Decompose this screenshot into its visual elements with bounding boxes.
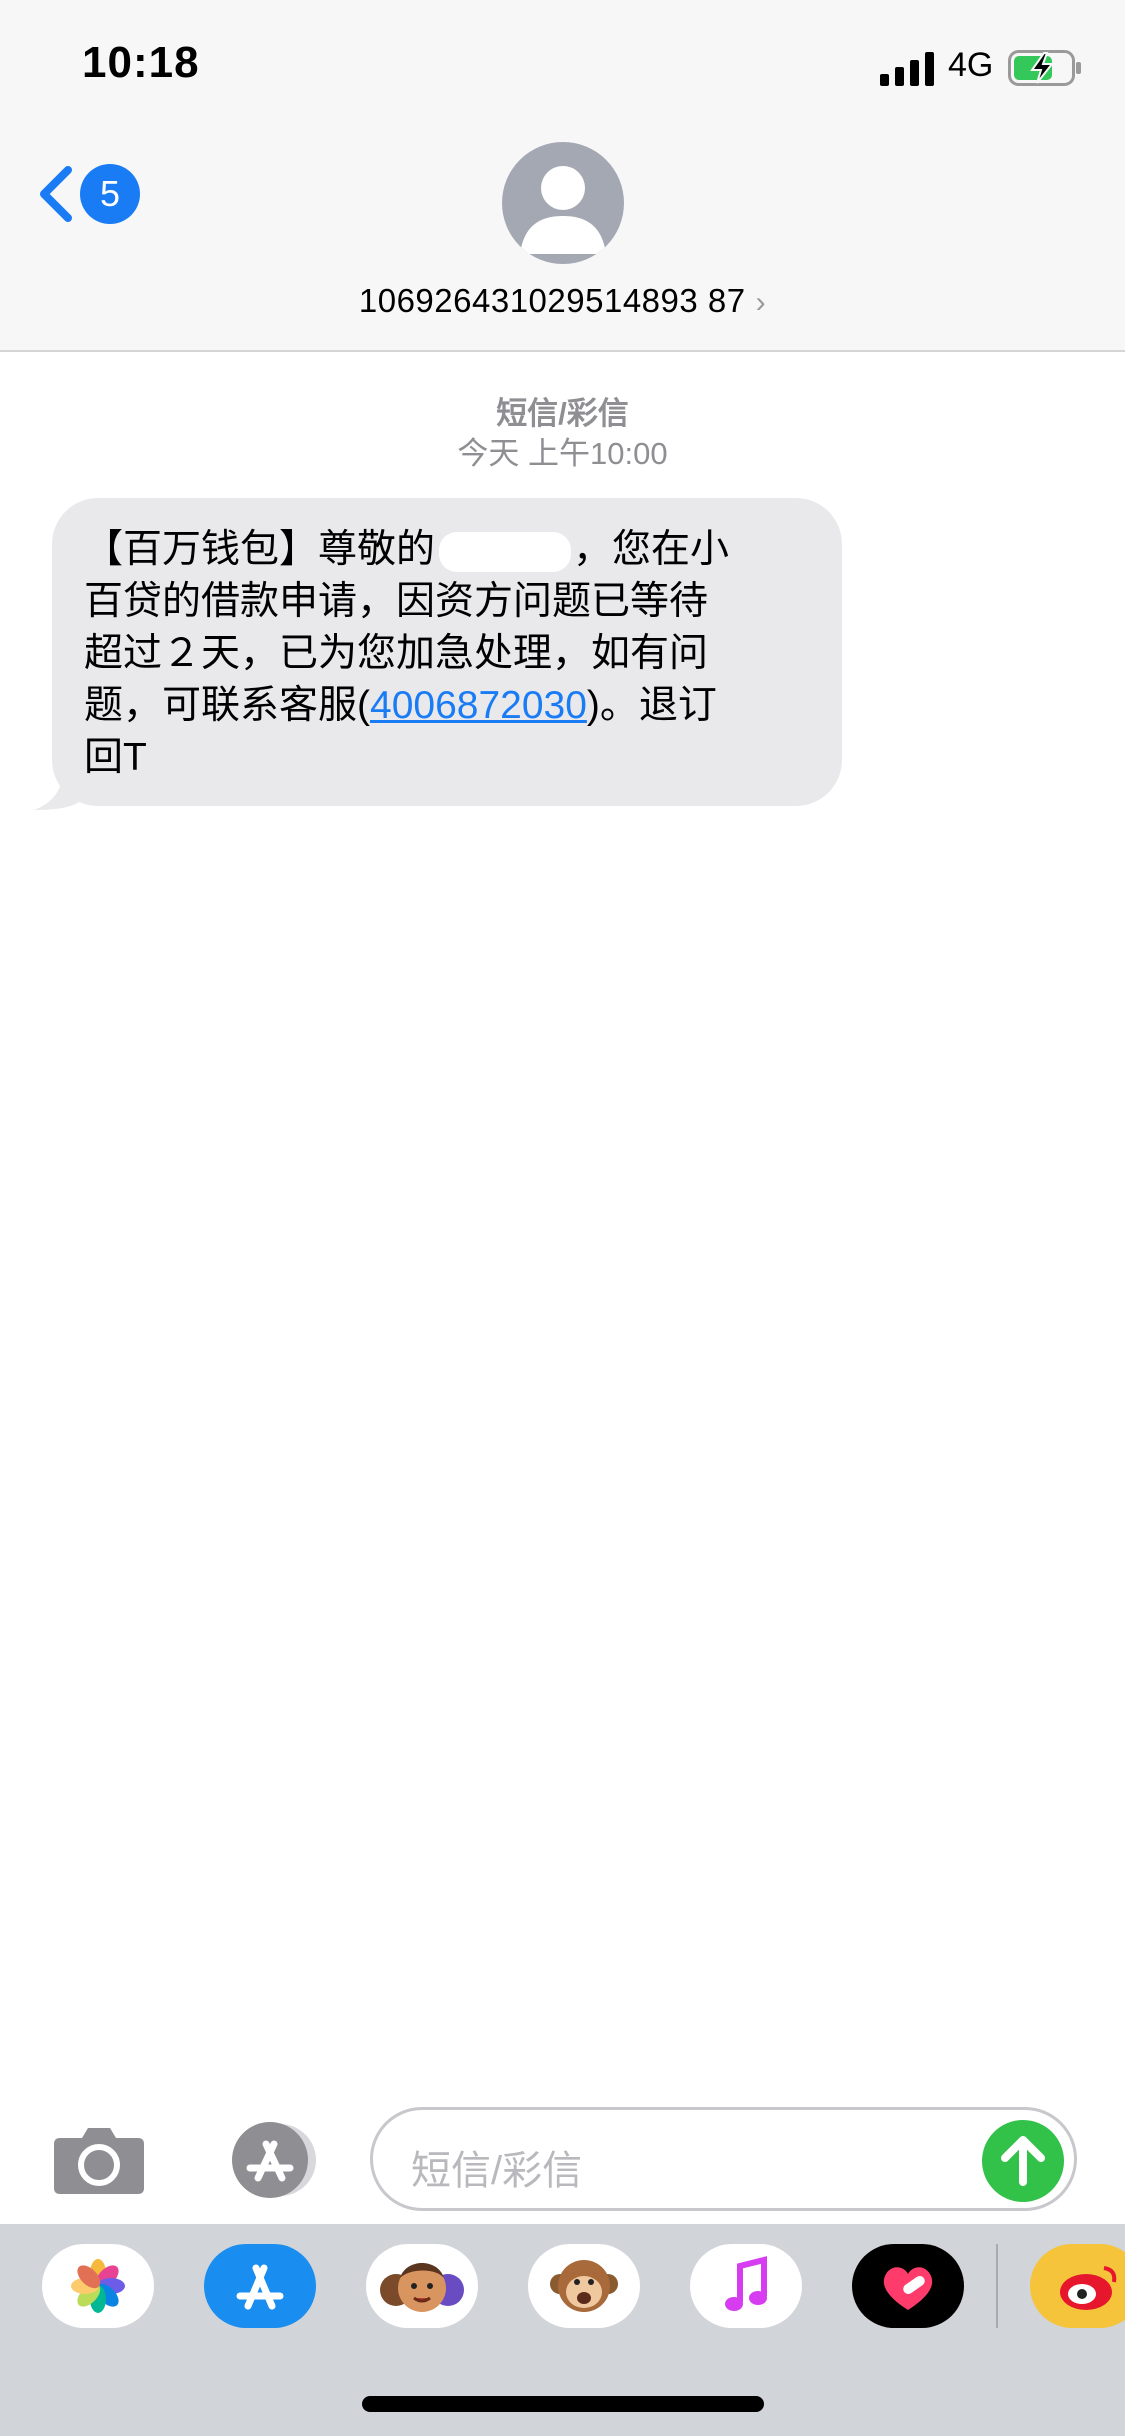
input-placeholder: 短信/彩信: [411, 2149, 583, 2193]
app-store-toggle-icon[interactable]: [210, 2120, 320, 2200]
phone-number-link[interactable]: 4006872030: [370, 684, 587, 727]
chevron-right-icon: ›: [755, 286, 767, 319]
contact-number: 106926431029514893 87: [358, 282, 746, 319]
memoji-app-icon[interactable]: [366, 2244, 478, 2328]
digital-touch-app-icon[interactable]: [852, 2244, 964, 2328]
contact-name-button[interactable]: 106926431029514893 87 ›: [0, 282, 1125, 320]
network-type: 4G: [948, 46, 994, 84]
message-line: 百贷的借款申请，因资方问题已等待: [84, 580, 709, 623]
weibo-app-icon[interactable]: [1030, 2244, 1125, 2328]
arrow-up-icon: [1001, 2136, 1045, 2186]
animoji-app-icon[interactable]: [528, 2244, 640, 2328]
conversation-header: 10:18 4G 5 106926431029514893 87 ›: [0, 0, 1125, 352]
battery-charging-icon: [1008, 50, 1081, 86]
message-line: 【百万钱包】尊敬的 ，您在小: [84, 528, 730, 572]
conversation-type: 短信/彩信: [496, 396, 629, 431]
home-indicator[interactable]: [362, 2396, 764, 2412]
app-store-app-icon[interactable]: [204, 2244, 316, 2328]
music-app-icon[interactable]: [690, 2244, 802, 2328]
photos-app-icon[interactable]: [42, 2244, 154, 2328]
message-line: 超过２天，已为您加急处理，如有问: [84, 632, 709, 675]
status-time: 10:18: [82, 38, 200, 87]
back-button[interactable]: 5: [34, 156, 144, 228]
send-button[interactable]: [982, 2120, 1064, 2202]
message-line: 回T: [84, 736, 147, 779]
chevron-left-icon: [40, 166, 72, 222]
app-strip-divider: [996, 2244, 998, 2328]
messages-screen: 10:18 4G 5 106926431029514893 87 › 短信/彩信…: [0, 0, 1125, 2436]
contact-avatar[interactable]: [502, 142, 624, 264]
camera-icon[interactable]: [52, 2124, 146, 2196]
conversation-timestamp: 今天 上午10:00: [457, 436, 668, 471]
person-icon: [520, 166, 606, 254]
message-input[interactable]: 短信/彩信: [370, 2107, 1077, 2211]
cellular-signal-icon: [880, 52, 934, 86]
incoming-message-bubble[interactable]: 【百万钱包】尊敬的 ，您在小 百贷的借款申请，因资方问题已等待 超过２天，已为您加…: [52, 498, 842, 806]
unread-count-badge: 5: [80, 164, 140, 224]
message-line: 题，可联系客服(4006872030)。退订: [84, 684, 717, 727]
redacted-name: [439, 531, 572, 572]
